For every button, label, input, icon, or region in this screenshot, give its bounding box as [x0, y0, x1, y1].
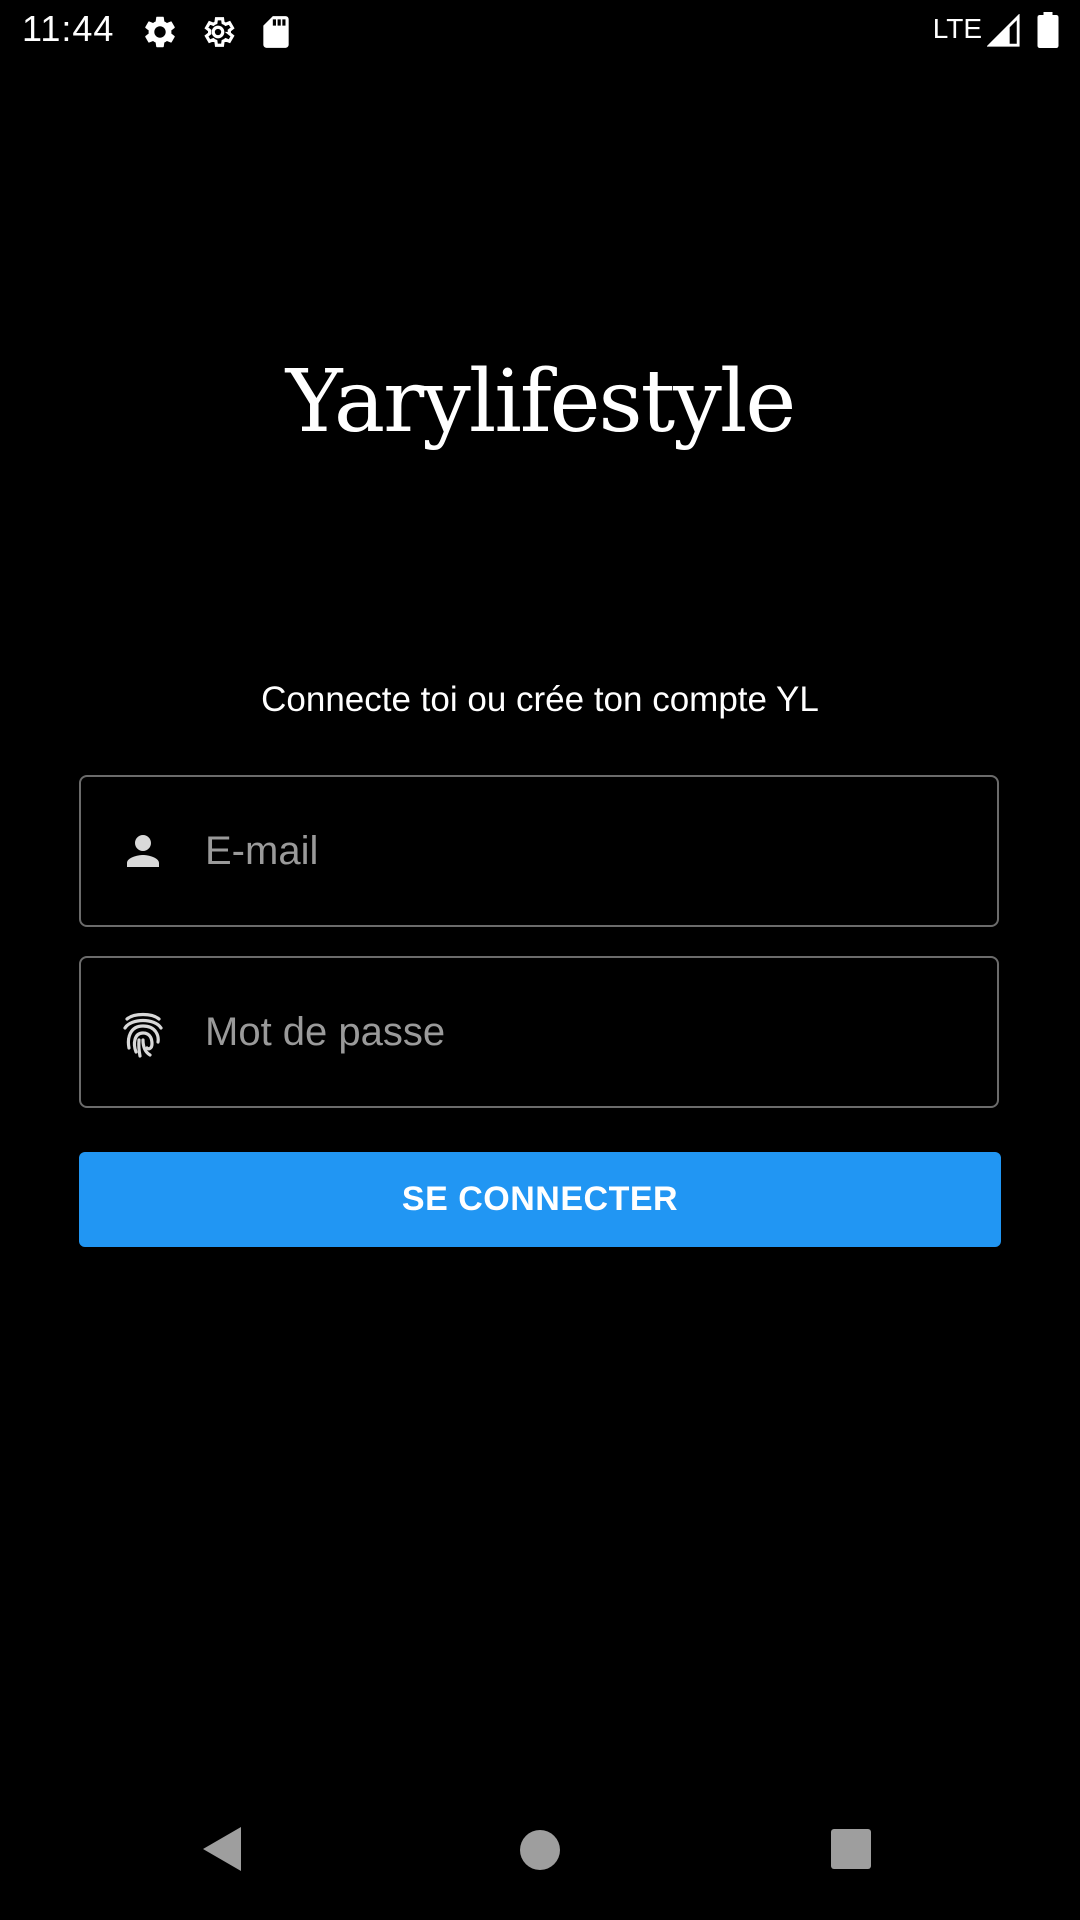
password-field[interactable]	[79, 956, 999, 1108]
person-icon	[119, 827, 167, 875]
login-button[interactable]: SE CONNECTER	[79, 1152, 1001, 1247]
back-icon[interactable]	[203, 1827, 241, 1871]
email-input[interactable]	[205, 777, 977, 925]
battery-icon	[1037, 12, 1059, 53]
login-screen: 11:44 LTE Yarylifestyle Connecte toi ou …	[0, 0, 1080, 1920]
password-input[interactable]	[205, 958, 977, 1106]
settings-icon	[141, 13, 179, 56]
app-logo: Yarylifestyle	[285, 352, 796, 452]
fingerprint-icon	[119, 1008, 167, 1058]
navigation-bar	[0, 1794, 1080, 1920]
login-subtitle: Connecte toi ou crée ton compte YL	[261, 680, 819, 719]
status-bar: 11:44 LTE	[0, 0, 1080, 64]
status-time: 11:44	[22, 8, 115, 49]
recents-icon[interactable]	[831, 1829, 871, 1869]
email-field[interactable]	[79, 775, 999, 927]
home-icon[interactable]	[520, 1830, 560, 1870]
sd-card-icon	[260, 13, 292, 56]
signal-icon	[986, 13, 1021, 53]
network-type: LTE	[932, 13, 982, 44]
settings-outline-icon	[199, 13, 237, 56]
